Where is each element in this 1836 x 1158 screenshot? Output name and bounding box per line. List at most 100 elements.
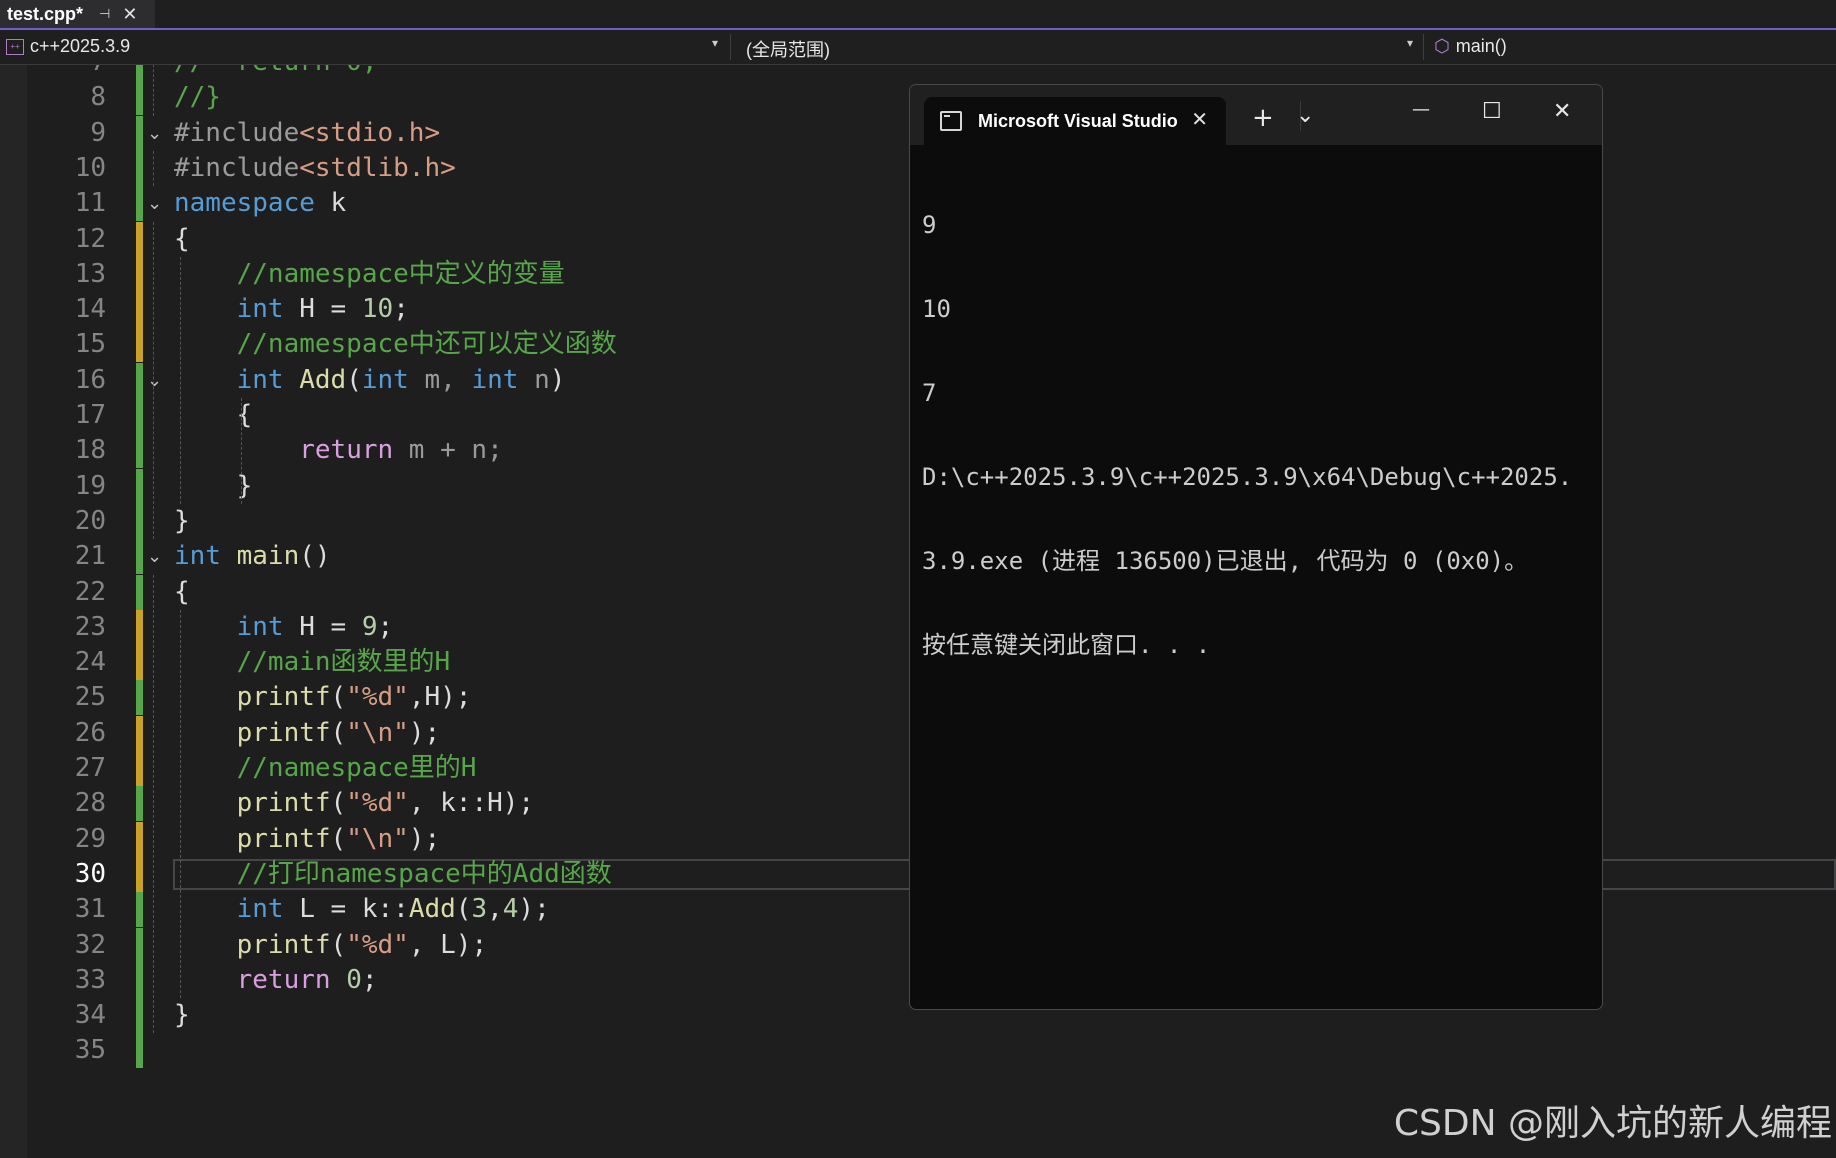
- project-dropdown[interactable]: ++ c++2025.3.9: [6, 36, 130, 57]
- indent-guide: [241, 398, 242, 504]
- change-indicator: [136, 539, 143, 575]
- code-text: return m + n;: [299, 435, 503, 466]
- code-text: //namespace里的H: [174, 753, 477, 783]
- indent-guide: [153, 65, 154, 116]
- console-title: Microsoft Visual Studio: [978, 110, 1178, 131]
- console-tab[interactable]: Microsoft Visual Studio ✕: [924, 97, 1226, 145]
- tab-title: test.cpp*: [7, 3, 84, 24]
- code-text: namespace k: [174, 188, 347, 219]
- change-indicator: [136, 927, 143, 963]
- line-number: 16: [74, 364, 106, 395]
- code-line[interactable]: 7 // return 0;: [0, 65, 1836, 80]
- indent-guide: [153, 574, 154, 1034]
- divider: [1423, 34, 1424, 60]
- code-text: printf("%d",H);: [236, 682, 472, 713]
- line-number: 11: [74, 188, 106, 219]
- change-indicator: [136, 115, 143, 151]
- code-text: int L = k::Add(3,4);: [236, 894, 550, 925]
- new-tab-icon[interactable]: +: [1252, 103, 1274, 133]
- minimize-icon[interactable]: —: [1412, 99, 1430, 120]
- scope-label: (全局范围): [746, 40, 830, 60]
- close-window-icon[interactable]: ✕: [1553, 99, 1571, 124]
- line-number: 10: [74, 152, 106, 183]
- line-number: 32: [74, 929, 106, 960]
- line-number: 14: [74, 294, 106, 325]
- code-line[interactable]: 35: [0, 1033, 1836, 1069]
- scope-dropdown[interactable]: (全局范围): [746, 36, 830, 62]
- change-indicator: [136, 786, 143, 822]
- watermark: CSDN @刚入坑的新人编程: [1393, 1103, 1832, 1144]
- fold-chevron-icon[interactable]: ⌄: [147, 116, 162, 151]
- code-text: //main函数里的H: [174, 647, 451, 678]
- change-indicator: [136, 680, 143, 716]
- terminal-icon: [940, 111, 962, 131]
- change-indicator: [136, 503, 143, 539]
- fold-chevron-icon[interactable]: ⌄: [147, 363, 162, 398]
- change-indicator: [136, 65, 143, 80]
- change-indicator: [136, 150, 143, 186]
- line-number: 9: [90, 117, 106, 148]
- change-indicator: [136, 609, 143, 645]
- fold-chevron-icon[interactable]: ⌄: [147, 186, 162, 221]
- code-text: #include<stdio.h>: [174, 117, 441, 148]
- code-text: printf("%d", k::H);: [236, 788, 535, 819]
- line-number: 18: [74, 435, 106, 466]
- indent-guide: [153, 150, 154, 187]
- chevron-down-icon[interactable]: ▾: [1407, 36, 1413, 50]
- change-indicator: [136, 715, 143, 751]
- console-line: 9: [922, 211, 937, 239]
- change-indicator: [136, 327, 143, 363]
- line-number: 33: [74, 964, 106, 995]
- close-tab-icon[interactable]: ✕: [1191, 107, 1208, 131]
- function-dropdown[interactable]: ⬡ main(): [1434, 36, 1507, 57]
- navigation-bar: ++ c++2025.3.9 ▾ (全局范围) ▾ ⬡ main(): [0, 30, 1836, 65]
- change-indicator: [136, 256, 143, 292]
- code-text: //namespace中还可以定义函数: [174, 329, 617, 360]
- console-window[interactable]: Microsoft Visual Studio ✕ + ⌄ — ☐ ✕ 9 10…: [909, 84, 1603, 1010]
- change-indicator: [136, 821, 143, 857]
- pin-icon[interactable]: ⊣: [99, 7, 110, 22]
- tab-test-cpp[interactable]: test.cpp* ⊣ ✕: [0, 0, 155, 28]
- code-text: int main(): [174, 541, 331, 572]
- line-number: 35: [74, 1035, 106, 1066]
- line-number: 12: [74, 223, 106, 254]
- code-text: printf("%d", L);: [236, 929, 488, 960]
- code-text: {: [174, 576, 190, 607]
- chevron-down-icon[interactable]: ▾: [712, 36, 718, 50]
- code-text: //}: [174, 82, 221, 113]
- change-indicator: [136, 186, 143, 222]
- indent-guide: [180, 256, 181, 504]
- line-number: 17: [74, 400, 106, 430]
- code-text: }: [174, 1000, 190, 1031]
- function-label: main(): [1455, 36, 1507, 56]
- change-indicator: [136, 1033, 143, 1069]
- line-number: 8: [90, 82, 106, 113]
- line-number: 23: [74, 611, 106, 642]
- line-number: 24: [74, 647, 106, 678]
- change-indicator: [136, 856, 143, 892]
- code-text: {: [174, 223, 190, 254]
- console-line: D:\c++2025.3.9\c++2025.3.9\x64\Debug\c++…: [922, 463, 1573, 491]
- change-indicator: [136, 398, 143, 433]
- code-text: }: [174, 505, 190, 536]
- line-number: 28: [74, 788, 106, 819]
- line-number: 21: [74, 541, 106, 572]
- line-number: 19: [74, 470, 106, 501]
- code-text: int H = 10;: [236, 294, 409, 325]
- change-indicator: [136, 468, 143, 504]
- line-number: 15: [74, 329, 106, 360]
- project-label: c++2025.3.9: [30, 36, 131, 56]
- code-text: int Add(int m, int n): [236, 364, 566, 395]
- change-indicator: [136, 751, 143, 786]
- line-number: 25: [74, 682, 106, 713]
- maximize-icon[interactable]: ☐: [1482, 99, 1502, 124]
- chevron-down-icon[interactable]: ⌄: [1296, 103, 1314, 128]
- change-indicator: [136, 574, 143, 610]
- change-indicator: [136, 892, 143, 928]
- close-tab-icon[interactable]: ✕: [122, 4, 137, 25]
- fold-chevron-icon[interactable]: ⌄: [147, 539, 162, 574]
- code-text: int H = 9;: [236, 611, 394, 642]
- console-output: 9 10 7 D:\c++2025.3.9\c++2025.3.9\x64\De…: [922, 155, 1572, 715]
- change-indicator: [136, 221, 143, 257]
- change-indicator: [136, 998, 143, 1034]
